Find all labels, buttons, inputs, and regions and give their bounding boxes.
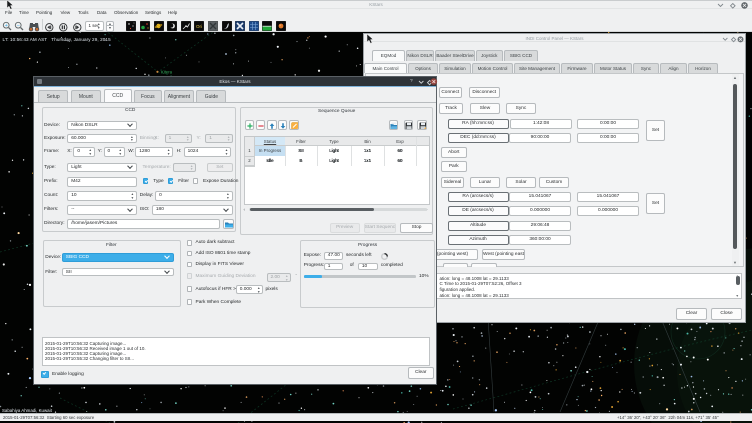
svg-text:−: − <box>16 23 19 29</box>
svg-text:Ori: Ori <box>196 24 202 29</box>
svg-text:+: + <box>4 23 7 29</box>
svg-text:Kitera: Kitera <box>161 70 173 75</box>
